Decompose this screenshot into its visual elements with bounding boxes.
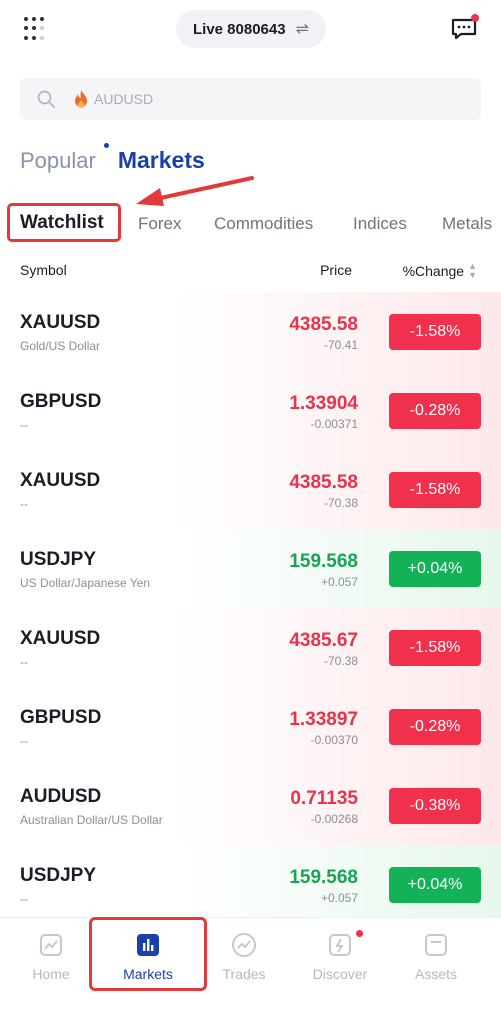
table-row[interactable]: GBPUSD -- 1.33897 -0.00370 -0.28% — [0, 687, 501, 766]
symbol-name: AUDUSD — [20, 786, 102, 807]
percent-change-badge[interactable]: -1.58% — [389, 472, 481, 508]
percent-change-badge[interactable]: -0.38% — [389, 788, 481, 824]
symbol-description: -- — [20, 497, 28, 511]
section-tabs: Popular Markets — [20, 140, 205, 174]
tab-popular[interactable]: Popular — [20, 148, 96, 174]
price-value: 1.33904 — [289, 393, 358, 414]
nav-home-label: Home — [32, 966, 70, 982]
table-row[interactable]: XAUUSD Gold/US Dollar 4385.58 -70.41 -1.58% — [0, 292, 501, 371]
new-indicator-dot — [103, 143, 109, 148]
column-header-symbol: Symbol — [20, 262, 67, 278]
table-row[interactable]: XAUUSD -- 4385.67 -70.38 -1.58% — [0, 608, 501, 687]
price-change: -70.41 — [323, 338, 358, 352]
percent-change-badge[interactable]: -0.28% — [389, 393, 481, 429]
table-row[interactable]: GBPUSD -- 1.33904 -0.00371 -0.28% — [0, 371, 501, 450]
table-row[interactable]: USDJPY US Dollar/Japanese Yen 159.568 +0.05… — [0, 529, 501, 608]
search-icon — [37, 90, 55, 108]
symbol-name: XAUUSD — [20, 470, 101, 491]
percent-change-badge[interactable]: -1.58% — [389, 630, 481, 666]
trades-trend-icon — [232, 933, 256, 957]
percent-change-badge[interactable]: +0.04% — [389, 551, 481, 587]
annotation-highlight-watchlist — [7, 203, 121, 242]
sort-icon: ▲ ▼ — [468, 261, 477, 280]
price-change: -0.00370 — [310, 733, 358, 747]
nav-trades[interactable]: Trades — [199, 932, 289, 982]
price-value: 4385.67 — [289, 630, 358, 651]
percent-change-badge[interactable]: +0.04% — [389, 867, 481, 903]
table-row[interactable]: XAUUSD -- 4385.58 -70.38 -1.58% — [0, 450, 501, 529]
tab-indices[interactable]: Indices — [353, 214, 407, 234]
price-change: -70.38 — [323, 654, 358, 668]
price-change: +0.057 — [320, 575, 358, 589]
top-bar: Live 8080643 ⇌ — [0, 0, 501, 62]
nav-assets[interactable]: Assets — [391, 932, 481, 982]
annotation-highlight-markets — [89, 917, 207, 991]
nav-home[interactable]: Home — [6, 932, 96, 982]
symbol-description: Australian Dollar/US Dollar — [20, 813, 163, 827]
home-chart-icon — [40, 934, 62, 956]
bottom-nav: Home Markets Trades Discover Assets — [0, 917, 501, 1024]
symbol-description: US Dollar/Japanese Yen — [20, 576, 151, 590]
percent-change-badge[interactable]: -1.58% — [389, 314, 481, 350]
symbol-name: USDJPY — [20, 865, 97, 886]
watchlist-table: XAUUSD Gold/US Dollar 4385.58 -70.41 -1.58% G… — [0, 292, 501, 924]
search-bar[interactable]: AUDUSD — [20, 78, 481, 120]
table-row[interactable]: USDJPY -- 159.568 +0.057 +0.04% — [0, 845, 501, 924]
column-header-change-label: %Change — [402, 263, 465, 279]
symbol-description: Gold/US Dollar — [20, 339, 101, 353]
price-change: -0.00268 — [310, 812, 358, 826]
price-value: 159.568 — [289, 551, 358, 572]
tab-forex[interactable]: Forex — [138, 214, 181, 234]
apps-grid-icon[interactable] — [24, 17, 48, 41]
price-change: -0.00371 — [310, 417, 358, 431]
account-switcher-button[interactable]: Live 8080643 ⇌ — [176, 10, 326, 48]
fire-icon — [75, 90, 87, 108]
price-value: 4385.58 — [289, 472, 358, 493]
table-header: Symbol Price %Change ▲ ▼ — [0, 252, 501, 288]
symbol-name: GBPUSD — [20, 707, 102, 728]
assets-wallet-icon — [425, 934, 447, 956]
search-input[interactable]: AUDUSD — [94, 91, 153, 107]
account-label: Live 8080643 — [193, 20, 286, 38]
price-change: -70.38 — [323, 496, 358, 510]
symbol-name: USDJPY — [20, 549, 97, 570]
nav-discover-label: Discover — [312, 966, 368, 982]
nav-assets-label: Assets — [414, 966, 457, 982]
symbol-description: -- — [20, 892, 28, 906]
swap-icon: ⇌ — [295, 21, 309, 38]
discover-icon — [329, 934, 351, 956]
nav-trades-label: Trades — [222, 966, 266, 982]
percent-change-badge[interactable]: -0.28% — [389, 709, 481, 745]
price-value: 0.71135 — [290, 788, 358, 809]
symbol-description: -- — [20, 418, 28, 432]
price-value: 1.33897 — [289, 709, 358, 730]
notification-dot — [471, 14, 479, 22]
symbol-name: XAUUSD — [20, 312, 101, 333]
nav-discover[interactable]: Discover — [295, 930, 385, 982]
symbol-description: -- — [20, 734, 28, 748]
symbol-description: -- — [20, 655, 28, 669]
symbol-name: XAUUSD — [20, 628, 101, 649]
symbol-name: GBPUSD — [20, 391, 102, 412]
price-value: 159.568 — [289, 867, 358, 888]
discover-notification-dot — [356, 930, 363, 937]
tab-commodities[interactable]: Commodities — [214, 214, 313, 234]
price-value: 4385.58 — [289, 314, 358, 335]
price-change: +0.057 — [320, 891, 358, 905]
column-header-change[interactable]: %Change ▲ ▼ — [403, 262, 477, 280]
tab-markets[interactable]: Markets — [103, 143, 205, 174]
column-header-price: Price — [320, 262, 352, 278]
tab-metals[interactable]: Metals — [442, 214, 492, 234]
tab-markets-label: Markets — [117, 147, 205, 173]
table-row[interactable]: AUDUSD Australian Dollar/US Dollar 0.71135… — [0, 766, 501, 845]
